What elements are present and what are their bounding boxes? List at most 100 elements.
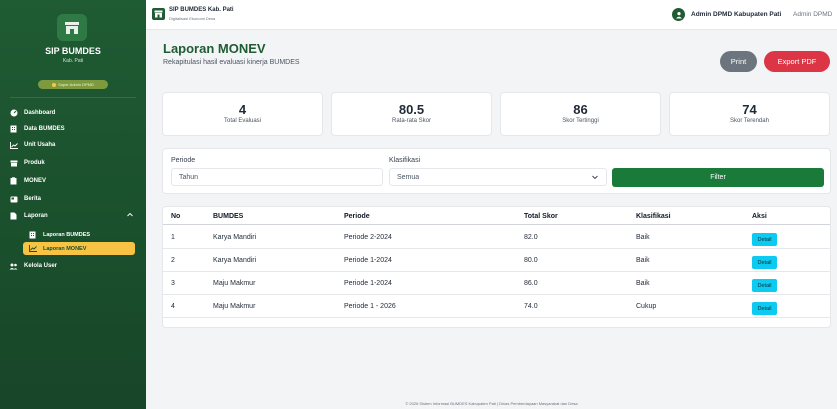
periode-label: Periode [171, 157, 196, 164]
sidebar-item-monev[interactable]: MONEV [7, 174, 139, 188]
cell-total-skor: 80.0 [524, 257, 538, 264]
brand-title: SIP BUMDES [45, 46, 101, 56]
print-button[interactable]: Print [720, 51, 757, 72]
cell-klasifikasi: Cukup [636, 303, 657, 310]
stat-value: 86 [573, 102, 588, 117]
sidebar-item-label: Kelola User [24, 263, 58, 269]
sidebar-item-produk[interactable]: Produk [7, 156, 139, 170]
user-name[interactable]: Admin DPMD Kabupaten Pati [691, 11, 781, 18]
detail-button[interactable]: Detail [752, 233, 777, 246]
table-header: No BUMDES Periode Total Skor Klasifikasi… [163, 207, 830, 225]
sidebar-item-label: Berita [24, 196, 42, 202]
cell-periode: Periode 1-2024 [344, 257, 392, 264]
box-icon [9, 159, 18, 167]
brand-subtitle: Kab. Pati [62, 58, 84, 64]
detail-button[interactable]: Detail [752, 302, 777, 315]
table-row: 1 Karya Mandiri Periode 2-2024 82.0 Baik… [163, 226, 830, 249]
store-logo-icon [57, 14, 87, 41]
sidebar-item-berita[interactable]: Berita [7, 192, 139, 206]
sidebar-item-dashboard[interactable]: Dashboard [7, 106, 139, 120]
cell-bumdes: Karya Mandiri [213, 257, 257, 264]
monev-table: No BUMDES Periode Total Skor Klasifikasi… [162, 206, 831, 328]
sidebar-item-label: Produk [24, 160, 45, 166]
sidebar-item-label: Laporan [24, 213, 48, 219]
stat-value: 4 [238, 102, 247, 117]
filter-button[interactable]: Filter [612, 168, 824, 187]
app-subtitle: Digitalisasi Ekonomi Desa [169, 16, 216, 21]
sidebar-item-label: Unit Usaha [24, 142, 56, 148]
users-icon [9, 262, 18, 270]
chart-line-icon [28, 245, 37, 253]
filter-card: Periode Tahun Klasifikasi Semua Filter [162, 148, 831, 194]
sidebar-subitem-laporan-monev[interactable]: Laporan MONEV [23, 242, 135, 255]
cell-klasifikasi: Baik [636, 280, 650, 287]
user-role: Admin DPMD [793, 11, 833, 18]
table-row: 2 Karya Mandiri Periode 1-2024 80.0 Baik… [163, 249, 830, 272]
cell-bumdes: Karya Mandiri [213, 234, 257, 241]
topbar: SIP BUMDES Kab. Pati Digitalisasi Ekonom… [146, 0, 837, 30]
role-dot-icon [52, 82, 57, 87]
cell-no: 3 [171, 280, 175, 287]
stat-label: Rata-rata Skor [391, 118, 431, 124]
column-header-periode: Periode [344, 213, 370, 220]
role-badge: Super Admin DPMD [38, 80, 108, 89]
column-header-aksi: Aksi [752, 213, 767, 220]
klasifikasi-select[interactable]: Semua [389, 168, 607, 186]
building-icon [28, 231, 37, 239]
cell-bumdes: Maju Makmur [213, 303, 256, 310]
stat-label: Total Evaluasi [223, 118, 262, 124]
user-avatar-icon[interactable] [672, 8, 685, 21]
sidebar-item-label: Data BUMDES [24, 126, 65, 132]
column-header-bumdes: BUMDES [213, 213, 244, 220]
cell-periode: Periode 1 - 2026 [344, 303, 396, 310]
sidebar-divider [10, 97, 136, 98]
stat-value: 80.5 [398, 102, 425, 117]
klasifikasi-value: Semua [397, 173, 420, 181]
cell-bumdes: Maju Makmur [213, 280, 256, 287]
klasifikasi-label: Klasifikasi [389, 157, 421, 164]
cell-no: 1 [171, 234, 175, 241]
sidebar-subitem-laporan-bumdes[interactable]: Laporan BUMDES [23, 228, 135, 241]
cell-total-skor: 74.0 [524, 303, 538, 310]
newspaper-icon [9, 195, 18, 203]
chevron-down-icon [592, 175, 598, 182]
sidebar-item-laporan[interactable]: Laporan [7, 209, 139, 223]
sidebar-subitem-label: Laporan MONEV [43, 245, 87, 252]
cell-periode: Periode 2-2024 [344, 234, 392, 241]
sidebar-item-unit-usaha[interactable]: Unit Usaha [7, 138, 139, 152]
stat-label: Skor Terendah [730, 118, 769, 124]
stat-card-total-evaluasi: 4 Total Evaluasi [162, 92, 323, 136]
cell-total-skor: 86.0 [524, 280, 538, 287]
building-icon [9, 125, 18, 133]
detail-button[interactable]: Detail [752, 279, 777, 292]
stat-card-skor-tertinggi: 86 Skor Tertinggi [500, 92, 661, 136]
table-row: 4 Maju Makmur Periode 1 - 2026 74.0 Cuku… [163, 295, 830, 318]
store-logo-icon [152, 8, 165, 20]
cell-periode: Periode 1-2024 [344, 280, 392, 287]
export-pdf-button[interactable]: Export PDF [764, 51, 830, 72]
gauge-icon [9, 109, 18, 117]
chart-line-icon [9, 141, 18, 149]
column-header-klasifikasi: Klasifikasi [636, 213, 671, 220]
sidebar-item-kelola-user[interactable]: Kelola User [7, 259, 139, 273]
table-row: 3 Maju Makmur Periode 1-2024 86.0 Baik D… [163, 272, 830, 295]
stat-card-rata-rata-skor: 80.5 Rata-rata Skor [331, 92, 492, 136]
sidebar-item-data-bumdes[interactable]: Data BUMDES [7, 122, 139, 136]
cell-klasifikasi: Baik [636, 257, 650, 264]
sidebar-item-label: Dashboard [24, 110, 56, 116]
chevron-up-icon [127, 212, 133, 219]
page-subtitle: Rekapitulasi hasil evaluasi kinerja BUMD… [163, 59, 300, 66]
file-icon [9, 212, 18, 220]
sidebar-subitem-label: Laporan BUMDES [43, 231, 91, 238]
detail-button[interactable]: Detail [752, 256, 777, 269]
column-header-total-skor: Total Skor [524, 213, 558, 220]
periode-input[interactable]: Tahun [171, 168, 383, 186]
stat-card-skor-terendah: 74 Skor Terendah [669, 92, 830, 136]
cell-no: 4 [171, 303, 175, 310]
stat-value: 74 [742, 102, 757, 117]
cell-no: 2 [171, 257, 175, 264]
column-header-no: No [171, 213, 181, 220]
clipboard-icon [9, 177, 18, 185]
role-badge-label: Super Admin DPMD [58, 82, 94, 87]
stat-label: Skor Tertinggi [562, 118, 599, 124]
